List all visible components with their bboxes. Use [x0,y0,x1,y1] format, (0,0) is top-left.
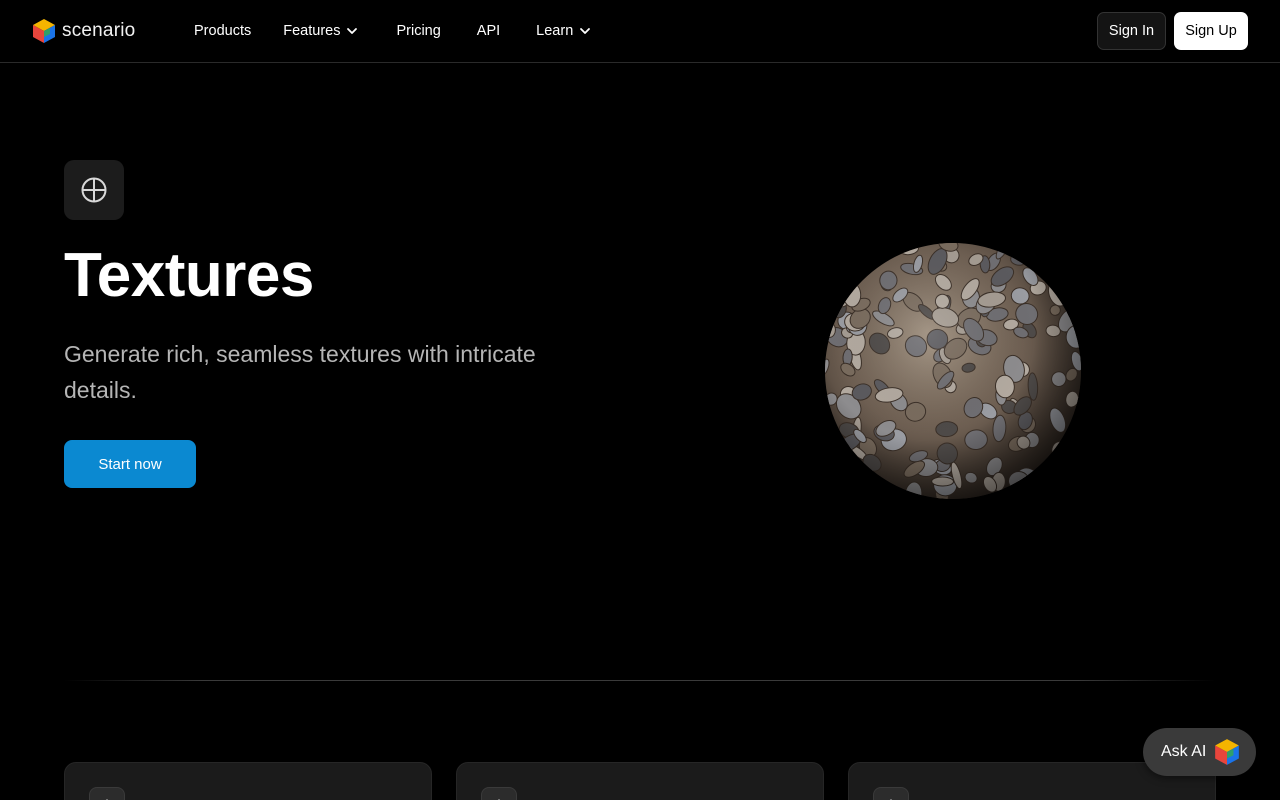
page: scenario Products Features Pricing API L… [0,0,1280,800]
ask-ai-button[interactable]: Ask AI [1143,728,1256,776]
menu-item-label: API [476,23,501,39]
sign-up-button[interactable]: Sign Up [1174,12,1248,50]
hero-feature-icon-tile [64,160,124,220]
stone-texture-sphere [825,243,1081,499]
scenario-logo-icon [1215,739,1240,765]
card-step-badge: 1 [481,787,517,800]
main-menu: Products Features Pricing API Learn [178,0,607,62]
card-step-badge: 1 [89,787,125,800]
start-now-button[interactable]: Start now [64,440,196,488]
menu-item-api[interactable]: API [457,0,516,62]
section-divider [64,680,1216,681]
feature-card: 1 [64,762,432,800]
menu-item-label: Products [194,23,252,39]
ask-ai-label: Ask AI [1161,743,1207,760]
menu-item-pricing[interactable]: Pricing [374,0,456,62]
menu-item-label: Learn [536,23,574,39]
card-step-number: 1 [495,796,503,800]
hero-media [684,222,1216,520]
card-step-badge: 1 [873,787,909,800]
menu-item-features[interactable]: Features [267,0,374,62]
top-nav: scenario Products Features Pricing API L… [0,0,1280,63]
card-step-number: 1 [103,796,111,800]
chevron-down-icon [347,28,358,34]
menu-item-learn[interactable]: Learn [516,0,607,62]
menu-item-label: Pricing [396,23,441,39]
scenario-logo-icon [33,19,55,43]
logo-text: scenario [62,20,136,41]
card-step-number: 1 [887,796,895,800]
sign-in-button[interactable]: Sign In [1097,12,1166,50]
feature-card: 1 [456,762,824,800]
menu-item-label: Features [283,23,341,39]
menu-item-products[interactable]: Products [178,0,267,62]
scenario-logo[interactable]: scenario [32,17,135,45]
sphere-grid-icon [81,177,107,203]
chevron-down-icon [580,28,591,34]
hero-subtitle: Generate rich, seamless textures with in… [64,341,536,403]
page-title: Textures [64,241,314,310]
